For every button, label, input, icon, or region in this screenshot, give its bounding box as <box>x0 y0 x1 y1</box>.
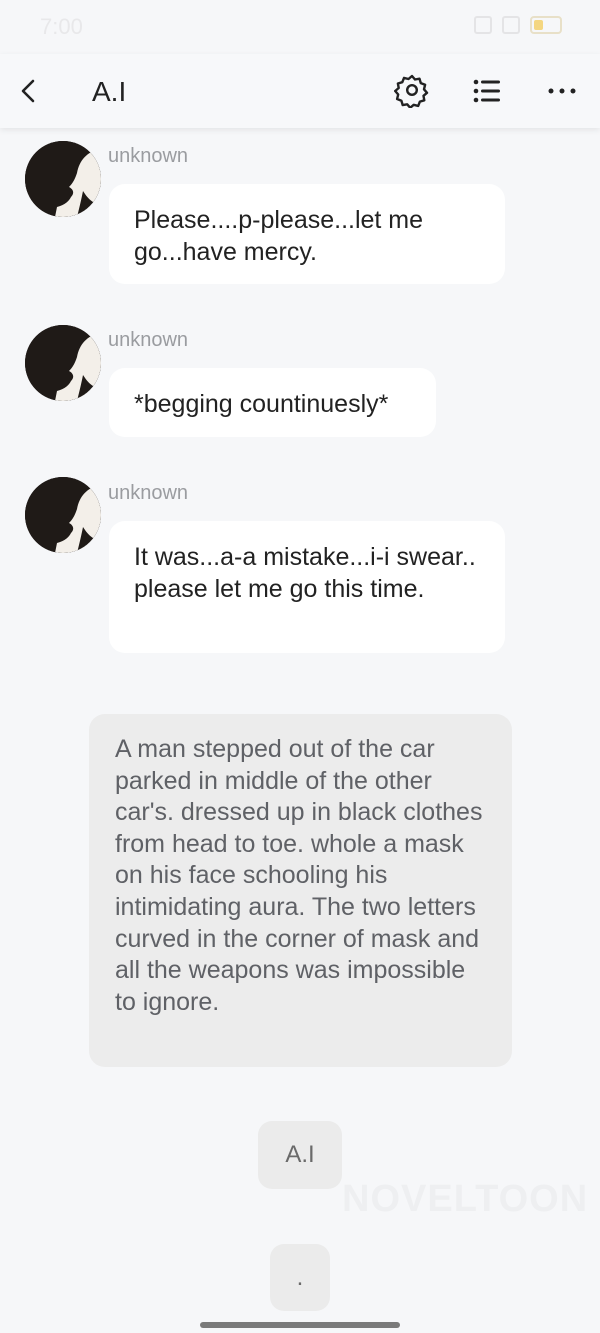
next-chip[interactable]: . <box>270 1244 330 1311</box>
message-bubble: It was...a-a mistake...i-i swear.. pleas… <box>109 521 505 653</box>
message-bubble: Please....p-please...let me go...have me… <box>109 184 505 284</box>
character-chip-label: A.I <box>285 1141 315 1168</box>
chat-title: A.I <box>92 76 127 107</box>
avatar[interactable] <box>25 141 101 217</box>
status-time: 7:00 <box>40 14 83 39</box>
back-arrow-icon[interactable] <box>14 76 44 106</box>
avatar[interactable] <box>25 477 101 553</box>
sender-name: unknown <box>108 482 189 504</box>
battery-icon <box>530 16 562 34</box>
silhouette-avatar-icon <box>25 477 101 553</box>
message-bubble: *begging countinuesly* <box>109 368 436 437</box>
app-bar: A.I <box>0 54 600 128</box>
avatar[interactable] <box>25 325 101 401</box>
home-indicator[interactable] <box>200 1322 400 1328</box>
next-chip-label: . <box>296 1263 304 1291</box>
character-chip[interactable]: A.I <box>258 1121 342 1189</box>
watermark: NOVELTOON <box>342 1178 589 1220</box>
sender-name: unknown <box>108 145 189 167</box>
status-icons <box>474 16 562 34</box>
silhouette-avatar-icon <box>25 141 101 217</box>
silhouette-avatar-icon <box>25 325 101 401</box>
gear-icon[interactable] <box>394 72 430 108</box>
sender-name: unknown <box>108 329 189 351</box>
vibrate-icon <box>474 16 492 34</box>
narration-bubble: A man stepped out of the car parked in m… <box>89 714 512 1067</box>
more-icon[interactable] <box>545 74 579 108</box>
list-icon[interactable] <box>470 74 504 108</box>
signal-icon <box>502 16 520 34</box>
status-bar: 7:00 <box>0 0 600 54</box>
